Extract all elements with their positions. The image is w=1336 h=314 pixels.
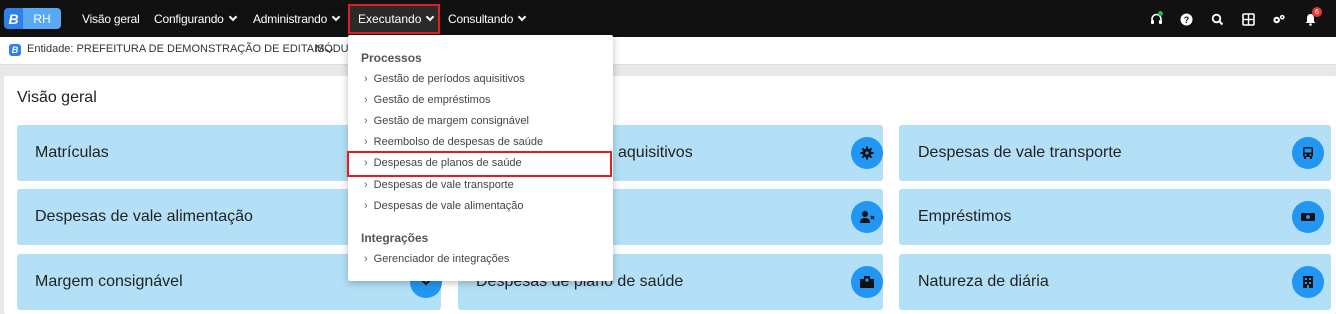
menu-item-label: Despesas de vale alimentação <box>373 200 524 212</box>
entity-icon: B <box>9 44 21 56</box>
nav-consultando[interactable]: Consultando <box>448 0 527 37</box>
search-icon[interactable] <box>1210 12 1224 26</box>
chevron-right-icon: › <box>364 136 368 148</box>
nav-consultando-label: Consultando <box>448 11 514 26</box>
chevron-down-icon <box>331 12 341 21</box>
card-despesas-vale-transporte[interactable]: Despesas de vale transporte <box>899 125 1331 181</box>
notification-badge: 6 <box>1312 7 1322 17</box>
logo-text: RH <box>23 8 61 29</box>
menu-item-label: Gerenciador de integrações <box>373 253 510 265</box>
menu-item-reembolso-saude[interactable]: › Reembolso de despesas de saúde <box>364 136 543 148</box>
page-title: Visão geral <box>17 89 97 106</box>
menu-item-despesas-vale-alimentacao[interactable]: › Despesas de vale alimentação <box>364 200 523 212</box>
settings-icon[interactable] <box>1272 12 1286 26</box>
apps-icon[interactable] <box>1241 12 1255 26</box>
chevron-down-icon <box>228 12 237 21</box>
highlighted-menu-item-outline <box>347 151 612 177</box>
menu-item-despesas-vale-transporte[interactable]: › Despesas de vale transporte <box>364 179 514 191</box>
card-label: Empréstimos <box>918 208 1012 225</box>
nav-configurando-label: Configurando <box>154 11 224 26</box>
nav-administrando-label: Administrando <box>253 11 328 26</box>
status-dot <box>1158 11 1163 16</box>
menu-item-label: Reembolso de despesas de saúde <box>373 136 544 148</box>
hospital-icon <box>851 266 883 298</box>
menu-item-gestao-margem[interactable]: › Gestão de margem consignável <box>364 115 529 127</box>
dropdown-section-integracoes: Integrações <box>361 231 429 245</box>
chevron-right-icon: › <box>364 115 368 127</box>
building-icon <box>1292 266 1324 298</box>
menu-item-label: Gestão de empréstimos <box>373 94 491 106</box>
settings-icon <box>851 137 883 169</box>
app-logo[interactable]: B RH <box>4 8 61 29</box>
money-icon <box>1292 201 1324 233</box>
nav-administrando[interactable]: Administrando <box>253 0 341 37</box>
card-label: Despesas de vale alimentação <box>35 208 253 225</box>
help-icon[interactable]: ? <box>1179 12 1193 26</box>
user-remove-icon <box>851 201 883 233</box>
entity-selector[interactable]: Entidade: PREFEITURA DE DEMONSTRAÇÃO DE … <box>27 43 334 55</box>
chevron-down-icon <box>517 12 527 21</box>
nav-executando[interactable]: Executando <box>348 4 440 34</box>
module-selector[interactable]: MÓDU <box>315 43 349 55</box>
card-label: Despesas de vale transporte <box>918 144 1122 161</box>
card-emprestimos[interactable]: Empréstimos <box>899 189 1331 245</box>
entity-label: Entidade: PREFEITURA DE DEMONSTRAÇÃO DE … <box>27 43 325 55</box>
chevron-right-icon: › <box>364 179 368 191</box>
chevron-right-icon: › <box>364 200 368 212</box>
chevron-right-icon: › <box>364 94 368 106</box>
nav-executando-label: Executando <box>358 12 422 26</box>
bus-icon <box>1292 137 1324 169</box>
card-label: aquisitivos <box>618 144 693 161</box>
chevron-right-icon: › <box>364 253 368 265</box>
logo-letter: B <box>4 8 23 29</box>
menu-item-gestao-emprestimos[interactable]: › Gestão de empréstimos <box>364 94 490 106</box>
menu-item-label: Gestão de margem consignável <box>373 115 529 127</box>
menu-item-label: Despesas de vale transporte <box>373 179 514 191</box>
chevron-down-icon <box>426 12 435 22</box>
nav-visao-geral[interactable]: Visão geral <box>82 0 140 37</box>
svg-text:?: ? <box>1183 15 1189 25</box>
card-label: Margem consignável <box>35 273 183 290</box>
card-natureza-diaria[interactable]: Natureza de diária <box>899 254 1331 310</box>
nav-visao-geral-label: Visão geral <box>82 11 140 26</box>
menu-item-gerenciador-integracoes[interactable]: › Gerenciador de integrações <box>364 253 509 265</box>
dropdown-section-processos: Processos <box>361 51 422 65</box>
card-label: Matrículas <box>35 144 109 161</box>
chevron-right-icon: › <box>364 73 368 85</box>
menu-item-label: Gestão de períodos aquisitivos <box>373 73 525 85</box>
card-label: Natureza de diária <box>918 273 1049 290</box>
nav-configurando[interactable]: Configurando <box>154 0 237 37</box>
menu-item-gestao-periodos[interactable]: › Gestão de períodos aquisitivos <box>364 73 525 85</box>
